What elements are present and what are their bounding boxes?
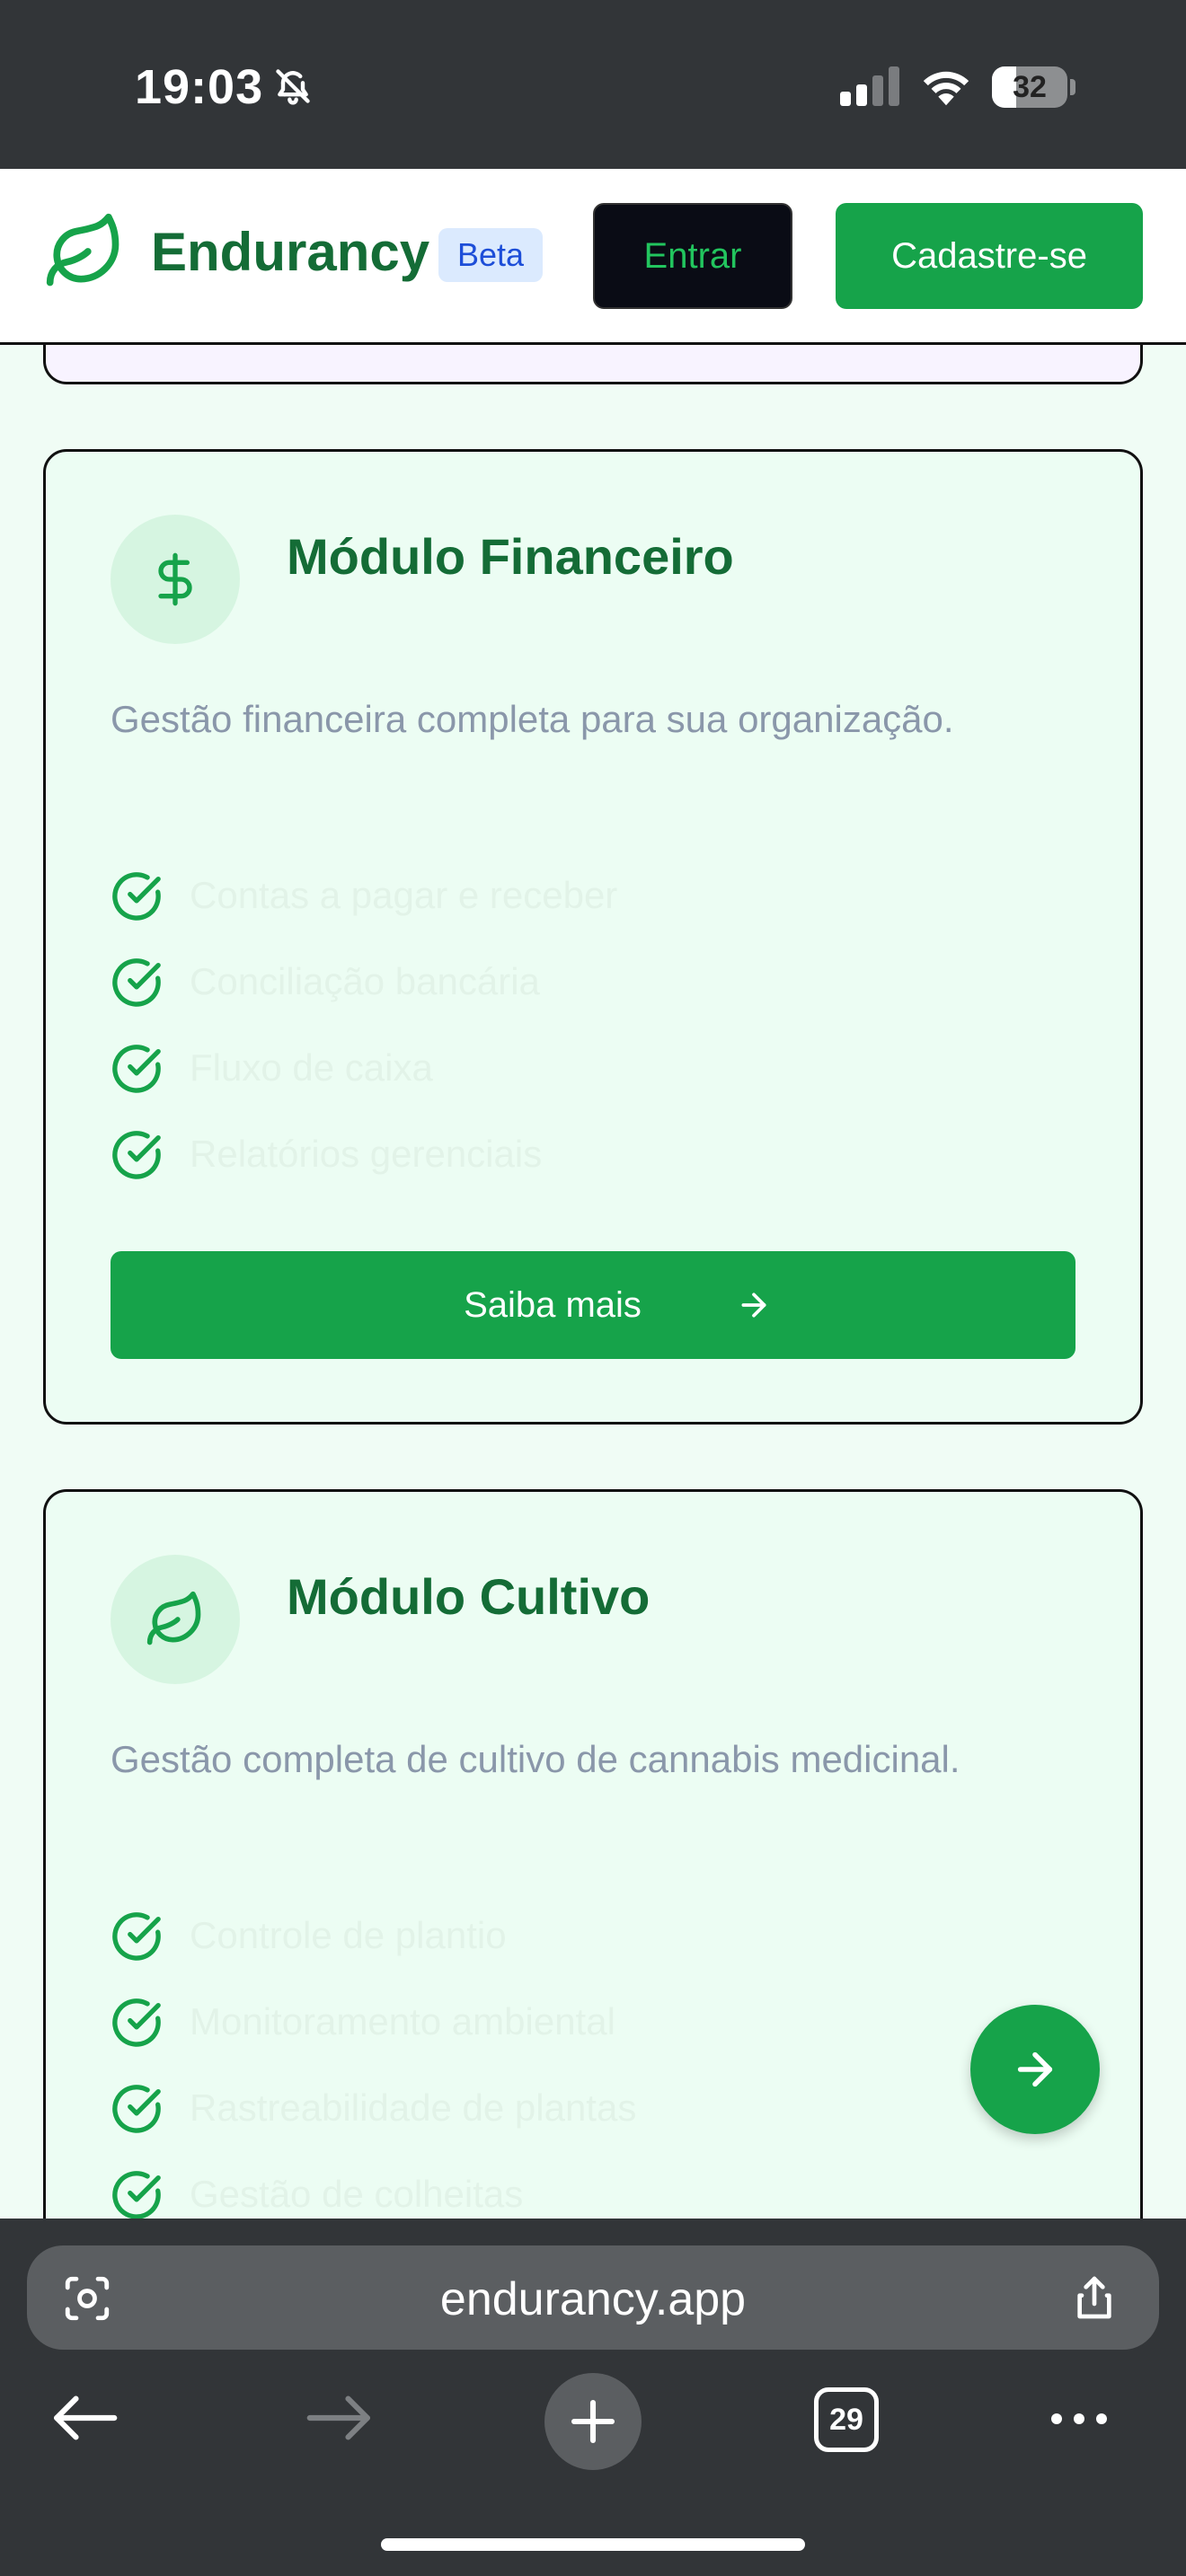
beta-badge: Beta [438, 228, 543, 282]
signal-icon [840, 66, 899, 106]
battery-percent: 32 [1013, 70, 1047, 104]
bell-slash-icon [276, 69, 310, 105]
more-icon[interactable] [1048, 2405, 1111, 2432]
arrow-right-icon [1017, 2051, 1053, 2087]
feature-item: Monitoramento ambiental [111, 1993, 1009, 2051]
check-circle-icon [112, 1131, 161, 1179]
learn-more-button[interactable]: Saiba mais [111, 1251, 1075, 1359]
url-bar[interactable]: endurancy.app [27, 2245, 1159, 2350]
home-indicator [381, 2538, 805, 2551]
leaf-icon [146, 1591, 201, 1645]
share-icon[interactable] [1069, 2271, 1120, 2325]
plus-icon [571, 2399, 615, 2444]
feature-item: Contas a pagar e receber [111, 867, 1009, 924]
check-circle-icon [112, 1912, 161, 1961]
check-circle-icon [112, 2085, 161, 2133]
tabs-button[interactable]: 29 [814, 2387, 879, 2452]
module-icon-wrap [111, 515, 240, 644]
forward-arrow-icon[interactable] [305, 2391, 374, 2445]
feature-label: Rastreabilidade de plantas [190, 2086, 637, 2129]
status-bar: 19:03 32 [0, 0, 1186, 169]
app-header: Endurancy Beta Entrar Cadastre-se [0, 169, 1186, 345]
module-card-financeiro: Módulo Financeiro Gestão financeira comp… [43, 449, 1143, 1425]
status-time: 19:03 [135, 60, 264, 114]
leaf-icon[interactable] [43, 210, 126, 293]
module-description: Gestão completa de cultivo de cannabis m… [111, 1738, 960, 1780]
feature-item: Relatórios gerenciais [111, 1125, 1009, 1183]
check-circle-icon [112, 1998, 161, 2047]
feature-label: Gestão de colheitas [190, 2173, 524, 2215]
dollar-icon [158, 552, 192, 606]
module-card-cultivo: Módulo Cultivo Gestão completa de cultiv… [43, 1489, 1143, 2244]
module-description: Gestão financeira completa para sua orga… [111, 698, 954, 740]
feature-item: Gestão de colheitas [111, 2166, 1009, 2223]
login-button[interactable]: Entrar [593, 203, 792, 309]
feature-item: Conciliação bancária [111, 953, 1009, 1010]
brand-name[interactable]: Endurancy [151, 221, 429, 283]
check-circle-icon [112, 872, 161, 921]
next-fab-button[interactable] [970, 2005, 1100, 2134]
feature-label: Fluxo de caixa [190, 1046, 433, 1089]
feature-item: Fluxo de caixa [111, 1039, 1009, 1097]
module-title: Módulo Cultivo [287, 1568, 651, 1625]
feature-label: Monitoramento ambiental [190, 2000, 615, 2042]
check-circle-icon [112, 958, 161, 1007]
signup-button[interactable]: Cadastre-se [836, 203, 1143, 309]
learn-more-label: Saiba mais [464, 1285, 642, 1325]
feature-item: Controle de plantio [111, 1907, 1009, 1964]
wifi-icon [923, 71, 969, 106]
back-arrow-icon[interactable] [50, 2391, 119, 2445]
feature-label: Conciliação bancária [190, 960, 540, 1002]
browser-toolbar: endurancy.app 29 [0, 2219, 1186, 2576]
feature-label: Contas a pagar e receber [190, 874, 618, 916]
module-title: Módulo Financeiro [287, 528, 734, 585]
feature-label: Relatórios gerenciais [190, 1133, 543, 1175]
battery-icon: 32 [992, 66, 1075, 108]
new-tab-button[interactable] [544, 2373, 642, 2470]
feature-item: Rastreabilidade de plantas [111, 2079, 1009, 2137]
module-icon-wrap [111, 1555, 240, 1684]
url-text[interactable]: endurancy.app [27, 2272, 1159, 2326]
check-circle-icon [112, 2171, 161, 2219]
check-circle-icon [112, 1045, 161, 1093]
arrow-right-icon [741, 1292, 766, 1318]
feature-label: Controle de plantio [190, 1914, 507, 1956]
